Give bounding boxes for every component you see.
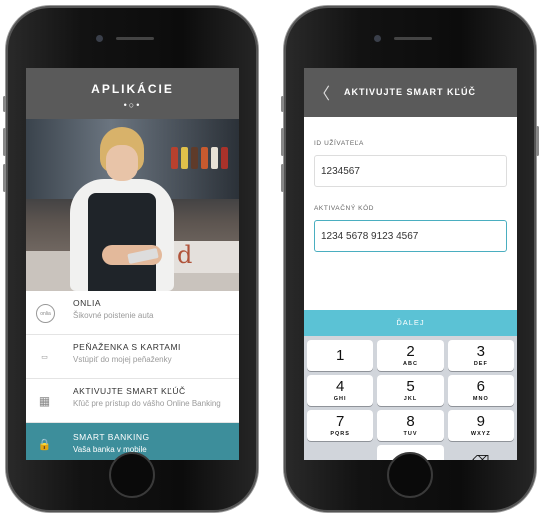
menu-item-smart-key[interactable]: ▦ AKTIVUJTE SMART KĽÚČ Kľúč pre prístup … (26, 379, 239, 423)
phone-left: APLIKÁCIE •○• d onlia ONLIA Šikovné pois… (3, 6, 258, 512)
menu-item-title: AKTIVUJTE SMART KĽÚČ (73, 386, 186, 396)
key-5[interactable]: 5 JKL (377, 375, 444, 406)
menu-item-onlia[interactable]: onlia ONLIA Šikovné poistenie auta (26, 291, 239, 335)
hero-image: d (26, 119, 239, 291)
key-7[interactable]: 7 PQRS (307, 410, 374, 441)
key-3[interactable]: 3 DEF (447, 340, 514, 371)
hero-person (62, 127, 182, 291)
volume-up-button (281, 128, 284, 156)
mute-switch (281, 96, 284, 112)
page-title: AKTIVUJTE SMART KĽÚČ (344, 87, 476, 97)
key-8[interactable]: 8 TUV (377, 410, 444, 441)
key-9[interactable]: 9 WXYZ (447, 410, 514, 441)
key-6[interactable]: 6 MNO (447, 375, 514, 406)
mute-switch (3, 96, 6, 112)
calculator-icon: ▦ (38, 393, 51, 408)
pager-dots[interactable]: •○• (26, 100, 239, 110)
key-2[interactable]: 2 ABC (377, 340, 444, 371)
front-camera (374, 35, 381, 42)
menu-item-subtitle: Vstúpiť do mojej peňaženky (73, 355, 172, 364)
onlia-logo-icon: onlia (36, 304, 55, 323)
home-button[interactable] (109, 452, 155, 498)
chevron-left-icon[interactable]: 〈 (314, 80, 330, 104)
numeric-keypad: 1 2 ABC 3 DEF 4 GHI 5 JKL 6 MNO 7 PQRS 8 TUV 9W… (304, 336, 517, 460)
volume-down-button (281, 164, 284, 192)
menu-item-title: ONLIA (73, 298, 102, 308)
app-header: APLIKÁCIE •○• (26, 68, 239, 119)
app-menu: onlia ONLIA Šikovné poistenie auta ▭ PEŇ… (26, 291, 239, 460)
user-id-label: ID UŽÍVATEĽA (314, 140, 364, 147)
left-screen: APLIKÁCIE •○• d onlia ONLIA Šikovné pois… (26, 68, 239, 460)
lock-icon: 🔒 (37, 439, 52, 451)
key-4[interactable]: 4 GHI (307, 375, 374, 406)
volume-up-button (3, 128, 6, 156)
activation-code-label: AKTIVAČNÝ KÓD (314, 205, 375, 212)
menu-item-title: PEŇAŽENKA S KARTAMI (73, 342, 181, 352)
menu-item-title: SMART BANKING (73, 432, 150, 442)
earpiece-speaker (394, 37, 432, 40)
backspace-icon[interactable]: ⌫ (448, 445, 514, 460)
page-title: APLIKÁCIE (91, 82, 174, 96)
wallet-icon: ▭ (41, 353, 48, 361)
key-blank (307, 445, 373, 460)
app-header: 〈 AKTIVUJTE SMART KĽÚČ (304, 68, 517, 117)
key-1[interactable]: 1 (307, 340, 374, 371)
user-id-field[interactable]: 1234567 (314, 155, 507, 187)
volume-down-button (3, 164, 6, 192)
activation-form: ID UŽÍVATEĽA 1234567 AKTIVAČNÝ KÓD 1234 … (304, 117, 517, 310)
menu-item-subtitle: Kľúč pre prístup do vášho Online Banking (73, 399, 221, 408)
activation-code-field[interactable]: 1234 5678 9123 4567 (314, 220, 507, 252)
right-screen: 〈 AKTIVUJTE SMART KĽÚČ ID UŽÍVATEĽA 1234… (304, 68, 517, 460)
front-camera (96, 35, 103, 42)
earpiece-speaker (116, 37, 154, 40)
phone-right: 〈 AKTIVUJTE SMART KĽÚČ ID UŽÍVATEĽA 1234… (281, 6, 539, 512)
home-button[interactable] (387, 452, 433, 498)
menu-item-wallet[interactable]: ▭ PEŇAŽENKA S KARTAMI Vstúpiť do mojej p… (26, 335, 239, 379)
next-button[interactable]: ĎALEJ (304, 310, 517, 336)
menu-item-subtitle: Šikovné poistenie auta (73, 311, 154, 320)
